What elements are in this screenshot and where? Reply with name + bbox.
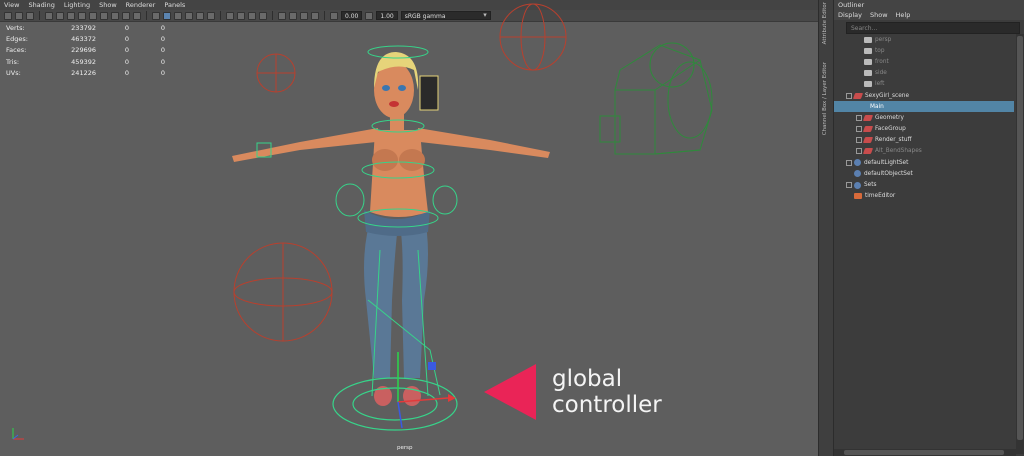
transform-icon — [862, 114, 874, 121]
expand-icon[interactable] — [856, 148, 862, 155]
outliner-item[interactable]: Geometry — [834, 112, 1014, 123]
camera-wireframe[interactable] — [599, 42, 713, 155]
outliner-item[interactable]: top — [834, 45, 1014, 56]
expand-icon[interactable] — [856, 114, 862, 121]
camera-icon — [864, 36, 872, 43]
callout-arrow-icon — [484, 364, 536, 420]
outliner-item-label: Main — [870, 103, 884, 110]
outliner-panel: Outliner Display Show Help Search... per… — [834, 0, 1024, 456]
camera-icon — [864, 47, 872, 54]
outliner-item-label: defaultLightSet — [864, 159, 909, 166]
expand-icon[interactable] — [846, 182, 852, 189]
outliner-item-label: Render_stuff — [875, 137, 912, 144]
transform-icon — [862, 148, 874, 155]
scene-canvas[interactable] — [0, 0, 818, 456]
outliner-item-label: defaultObjectSet — [864, 170, 913, 177]
global-controller[interactable] — [332, 377, 458, 431]
set-icon — [854, 159, 861, 167]
outliner-menu-display[interactable]: Display — [838, 10, 862, 20]
outliner-item-label: persp — [875, 36, 892, 43]
outliner-item-label: left — [875, 81, 885, 88]
expand-icon[interactable] — [856, 126, 862, 133]
outliner-item[interactable]: Main — [834, 101, 1014, 113]
set-icon — [854, 181, 861, 189]
outliner-item[interactable]: Render_stuff — [834, 135, 1014, 146]
3d-viewport[interactable]: View Shading Lighting Show Renderer Pane… — [0, 0, 818, 456]
collapse-icon[interactable] — [846, 92, 852, 99]
outliner-item-label: Sets — [864, 182, 877, 189]
outliner-item[interactable]: front — [834, 56, 1014, 67]
outliner-item[interactable]: FaceGroup — [834, 124, 1014, 135]
camera-icon — [864, 70, 872, 77]
outliner-item[interactable]: SexyGirl_scene — [834, 90, 1014, 101]
callout-text: global controller — [552, 366, 662, 418]
transform-icon — [862, 137, 874, 144]
scrollbar-thumb[interactable] — [844, 450, 1004, 455]
set-icon — [854, 170, 861, 178]
outliner-item[interactable]: persp — [834, 34, 1014, 45]
tab-channel-box[interactable]: Channel Box / Layer Editor — [822, 62, 828, 135]
tab-attribute-editor[interactable]: Attribute Editor — [822, 2, 828, 44]
outliner-item-label: FaceGroup — [875, 126, 906, 133]
outliner-item[interactable]: defaultObjectSet — [834, 168, 1014, 179]
side-panel-tabs: Attribute Editor Channel Box / Layer Edi… — [818, 0, 834, 456]
callout-line-2: controller — [552, 392, 662, 418]
outliner-item-label: top — [875, 47, 885, 54]
outliner-title: Outliner — [834, 0, 1024, 10]
light-locator-large[interactable] — [233, 242, 333, 342]
outliner-search-input[interactable]: Search... — [846, 22, 1020, 34]
outliner-item[interactable]: left — [834, 79, 1014, 90]
character-model[interactable] — [232, 52, 550, 406]
scrollbar-thumb[interactable] — [1017, 36, 1023, 440]
outliner-horizontal-scrollbar[interactable] — [834, 449, 1016, 456]
outliner-item-label: Geometry — [875, 114, 904, 121]
outliner-item[interactable]: defaultLightSet — [834, 157, 1014, 168]
outliner-item[interactable]: timeEditor — [834, 191, 1014, 202]
transform-icon — [862, 126, 874, 133]
outliner-item-label: SexyGirl_scene — [865, 92, 910, 99]
outliner-menu-help[interactable]: Help — [896, 10, 911, 20]
outliner-item-label: front — [875, 58, 889, 65]
outliner-item[interactable]: side — [834, 68, 1014, 79]
axis-gizmo-icon — [12, 428, 24, 440]
light-locator-small[interactable] — [256, 53, 296, 93]
transform-icon — [852, 92, 864, 99]
outliner-item[interactable]: Alt_BendShapes — [834, 146, 1014, 157]
time-icon — [854, 193, 862, 200]
outliner-menubar: Display Show Help — [834, 10, 1024, 20]
outliner-menu-show[interactable]: Show — [870, 10, 888, 20]
outliner-item-label: Alt_BendShapes — [875, 148, 922, 155]
camera-icon — [864, 58, 872, 65]
outliner-item-label: side — [875, 70, 887, 77]
outliner-tree: persp top front side left SexyGirl_scene Main G… — [834, 34, 1014, 202]
expand-icon[interactable] — [846, 159, 852, 166]
outliner-vertical-scrollbar[interactable] — [1016, 34, 1024, 454]
outliner-item-label: timeEditor — [865, 193, 896, 200]
outliner-item[interactable]: Sets — [834, 179, 1014, 190]
camera-icon — [864, 81, 872, 88]
expand-icon[interactable] — [856, 137, 862, 144]
callout-line-1: global — [552, 366, 623, 392]
camera-name-label: persp — [397, 445, 413, 451]
light-locator-top[interactable] — [499, 3, 567, 71]
